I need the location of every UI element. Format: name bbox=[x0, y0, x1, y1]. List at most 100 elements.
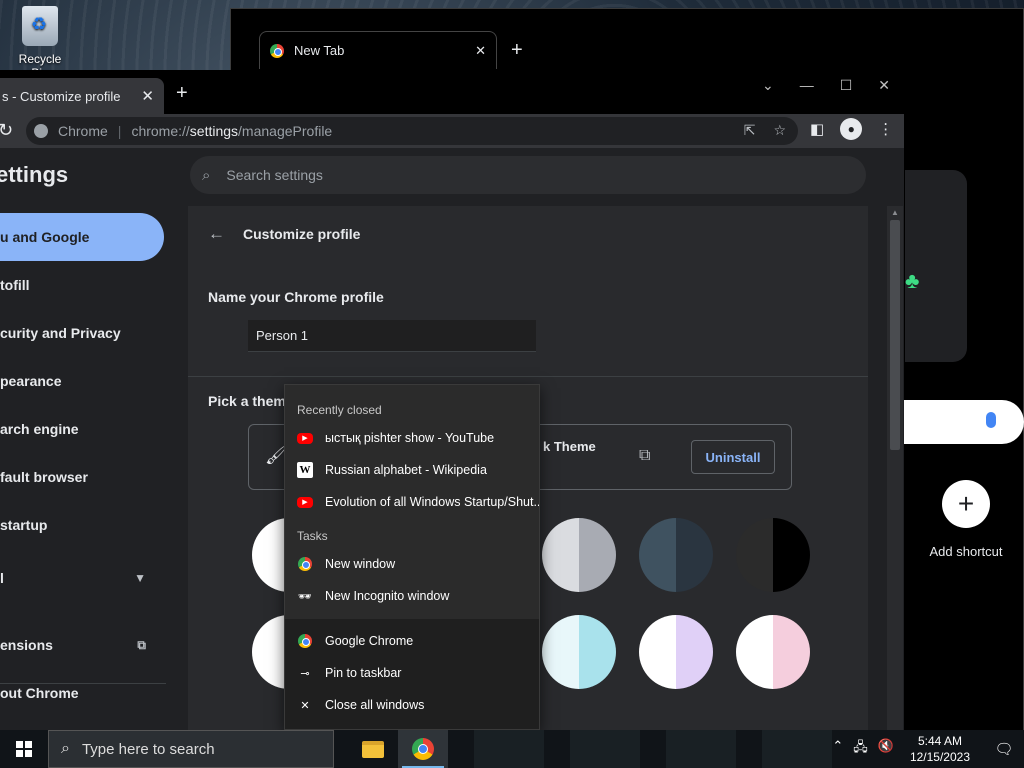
wikipedia-icon: W bbox=[297, 462, 313, 478]
add-shortcut-label: Add shortcut bbox=[929, 544, 1003, 559]
file-explorer-taskbar-button[interactable] bbox=[348, 730, 398, 768]
close-window-icon[interactable]: ✕ bbox=[878, 77, 890, 94]
add-shortcut[interactable]: + Add shortcut bbox=[928, 480, 1004, 559]
jump-list-new-window[interactable]: New window bbox=[285, 548, 539, 580]
chrome-icon bbox=[412, 738, 434, 760]
sidebar-item-you-and-google[interactable]: u and Google bbox=[0, 213, 164, 261]
tab-search-icon[interactable]: ⌄ bbox=[762, 77, 774, 94]
sidebar-item-autofill[interactable]: tofill bbox=[0, 261, 164, 309]
profile-avatar-icon[interactable]: ● bbox=[840, 118, 863, 140]
network-icon[interactable]: 🖧 bbox=[853, 738, 868, 760]
maximize-icon[interactable]: ☐ bbox=[840, 77, 853, 94]
jump-list-google-chrome[interactable]: Google Chrome bbox=[285, 625, 539, 657]
settings-sidebar: u and Google tofill curity and Privacy p… bbox=[0, 204, 188, 730]
taskbar-search-box[interactable]: ⌕ Type here to search bbox=[48, 730, 334, 768]
minimize-icon[interactable]: — bbox=[800, 77, 814, 93]
profile-name-input[interactable] bbox=[248, 320, 536, 352]
window-controls: ⌄ — ☐ ✕ bbox=[762, 70, 904, 100]
swatch-left bbox=[542, 615, 579, 689]
taskbar-ghost-preview bbox=[666, 730, 736, 768]
taskbar-ghost-preview bbox=[762, 730, 832, 768]
theme-swatch[interactable] bbox=[639, 518, 713, 592]
pick-theme-label: Pick a theme bbox=[208, 393, 294, 409]
sidebar-item-security-privacy[interactable]: curity and Privacy bbox=[0, 309, 164, 357]
clock[interactable]: 5:44 AM 12/15/2023 bbox=[910, 733, 970, 765]
swatch-left bbox=[736, 518, 773, 592]
open-external-icon[interactable]: ⧉ bbox=[639, 447, 650, 465]
theme-swatch[interactable] bbox=[542, 518, 616, 592]
jump-list-item[interactable]: ▶ Evolution of all Windows Startup/Shut.… bbox=[285, 486, 539, 518]
sidebar-item-advanced[interactable]: l ▼ bbox=[0, 554, 164, 602]
chrome-icon bbox=[270, 43, 284, 58]
search-settings-input[interactable]: ⌕ Search settings bbox=[190, 156, 866, 194]
notifications-icon[interactable]: 🗨 bbox=[984, 740, 1024, 758]
swatch-left bbox=[639, 615, 676, 689]
jump-list-new-incognito[interactable]: 🕶 New Incognito window bbox=[285, 580, 539, 612]
sidebar-item-label: curity and Privacy bbox=[0, 325, 121, 341]
toolbar-actions: ◧ ● ⋮ bbox=[810, 118, 893, 140]
mic-icon[interactable] bbox=[986, 412, 996, 428]
tab-customize-profile[interactable]: s - Customize profile ✕ bbox=[0, 78, 164, 114]
side-panel-icon[interactable]: ◧ bbox=[810, 120, 824, 140]
scroll-up-icon[interactable]: ▲ bbox=[891, 208, 899, 217]
sidebar-item-label: l bbox=[0, 570, 4, 586]
theme-swatch[interactable] bbox=[639, 615, 713, 689]
reload-icon[interactable]: ↻ bbox=[0, 120, 13, 141]
taskbar-search-placeholder: Type here to search bbox=[81, 740, 215, 758]
swatch-right bbox=[773, 518, 810, 592]
page-heading-label: Customize profile bbox=[243, 226, 361, 242]
theme-swatch[interactable] bbox=[736, 518, 810, 592]
taskbar-apps bbox=[348, 730, 832, 768]
url-path: /manageProfile bbox=[238, 123, 333, 139]
chrome-taskbar-button[interactable] bbox=[398, 730, 448, 768]
jump-list-item-label: Evolution of all Windows Startup/Shut... bbox=[325, 495, 539, 509]
sidebar-item-label: u and Google bbox=[0, 229, 90, 245]
settings-header: ettings ⌕ Search settings bbox=[0, 148, 904, 204]
tab-new-tab[interactable]: New Tab ✕ bbox=[259, 31, 497, 69]
sidebar-item-label: pearance bbox=[0, 373, 62, 389]
jump-list-pin-to-taskbar[interactable]: ⊸ Pin to taskbar bbox=[285, 657, 539, 689]
scrollbar[interactable]: ▲ bbox=[887, 206, 903, 730]
close-tab-icon[interactable]: ✕ bbox=[141, 87, 154, 105]
scrollbar-thumb[interactable] bbox=[890, 220, 900, 450]
omnibox-separator: | bbox=[117, 123, 122, 139]
new-tab-button[interactable]: + bbox=[176, 82, 188, 105]
jump-list-item-label: Russian alphabet - Wikipedia bbox=[325, 463, 487, 477]
page-title: ettings bbox=[0, 162, 69, 187]
recycle-bin-icon bbox=[22, 6, 58, 46]
sidebar-item-on-startup[interactable]: startup bbox=[0, 501, 164, 549]
menu-kebab-icon[interactable]: ⋮ bbox=[878, 120, 893, 140]
google-search-box[interactable] bbox=[904, 400, 1024, 444]
bookmark-star-icon[interactable]: ☆ bbox=[773, 122, 786, 139]
sidebar-item-about-chrome[interactable]: out Chrome bbox=[0, 669, 164, 717]
start-button[interactable] bbox=[0, 730, 48, 768]
share-icon[interactable]: ⇱ bbox=[744, 122, 756, 139]
clock-date: 12/15/2023 bbox=[909, 750, 970, 764]
sidebar-item-search-engine[interactable]: arch engine bbox=[0, 405, 164, 453]
sidebar-item-default-browser[interactable]: fault browser bbox=[0, 453, 164, 501]
theme-swatch[interactable] bbox=[542, 615, 616, 689]
chevron-up-icon[interactable]: ⌃ bbox=[832, 738, 843, 760]
search-icon: ⌕ bbox=[202, 166, 211, 184]
tray-icons: ⌃ 🖧 🔇 bbox=[832, 738, 894, 760]
jump-list-item-label: New Incognito window bbox=[325, 589, 450, 603]
theme-swatch[interactable] bbox=[736, 615, 810, 689]
jump-list-item[interactable]: W Russian alphabet - Wikipedia bbox=[285, 454, 539, 486]
jump-list-item-label: ыстық pishter show - YouTube bbox=[325, 431, 495, 445]
back-arrow-icon[interactable]: ← bbox=[208, 224, 225, 244]
jump-list-item[interactable]: ▶ ыстық pishter show - YouTube bbox=[285, 422, 539, 454]
sidebar-item-extensions[interactable]: ensions ⧉ bbox=[0, 621, 164, 669]
address-bar[interactable]: Chrome | chrome:// settings /manageProfi… bbox=[26, 117, 798, 145]
jump-list-close-all[interactable]: ✕ Close all windows bbox=[285, 689, 539, 721]
youtube-icon: ▶ bbox=[297, 432, 313, 444]
sidebar-item-label: startup bbox=[0, 517, 48, 533]
site-info-icon[interactable] bbox=[34, 124, 48, 138]
uninstall-button[interactable]: Uninstall bbox=[691, 440, 775, 474]
sidebar-item-appearance[interactable]: pearance bbox=[0, 357, 164, 405]
clock-time: 5:44 AM bbox=[917, 734, 962, 748]
recycle-bin[interactable]: Recycle Bin bbox=[10, 6, 70, 80]
close-tab-icon[interactable]: ✕ bbox=[475, 43, 486, 59]
volume-muted-icon[interactable]: 🔇 bbox=[878, 738, 894, 760]
swatch-right bbox=[676, 518, 713, 592]
new-tab-button[interactable]: + bbox=[511, 39, 523, 62]
